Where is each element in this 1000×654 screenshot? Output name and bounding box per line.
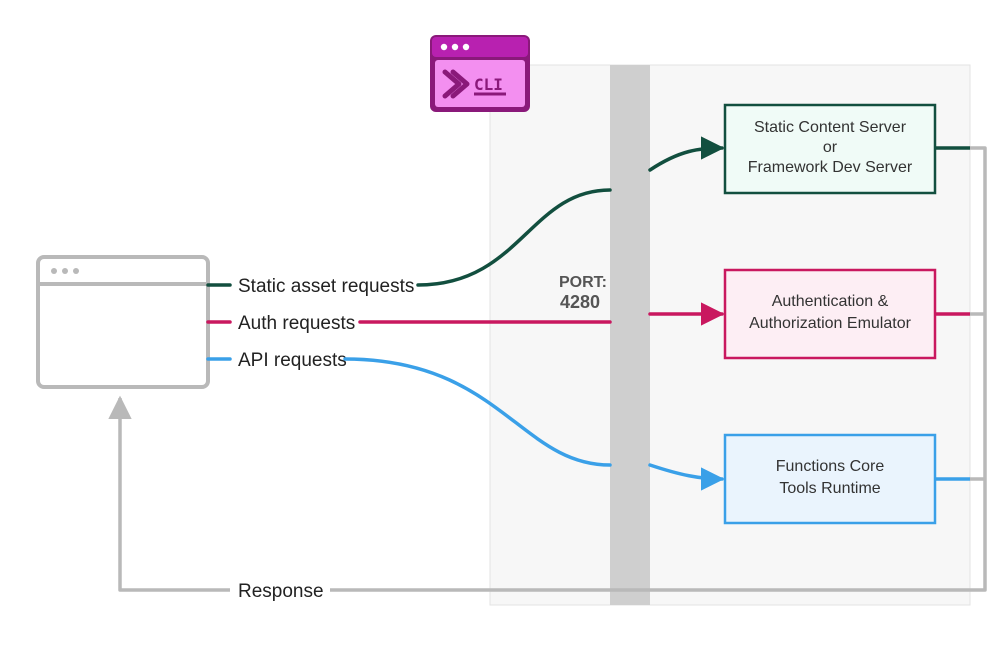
auth-emulator-service-box: Authentication & Authorization Emulator	[725, 270, 935, 358]
svg-text:Tools Runtime: Tools Runtime	[779, 480, 880, 497]
auth-request-label: Auth requests	[238, 313, 355, 334]
svg-text:Authorization Emulator: Authorization Emulator	[749, 315, 912, 332]
svg-text:Functions Core: Functions Core	[776, 458, 885, 475]
response-arrow	[120, 398, 230, 590]
browser-icon	[38, 257, 208, 387]
svg-text:Authentication &: Authentication &	[772, 293, 889, 310]
static-content-service-box: Static Content Server or Framework Dev S…	[725, 105, 935, 193]
cli-icon: CLI	[430, 35, 530, 112]
functions-runtime-service-box: Functions Core Tools Runtime	[725, 435, 935, 523]
svg-text:Static Content Server: Static Content Server	[754, 119, 907, 136]
port-label: PORT:	[559, 274, 607, 291]
port-strip	[610, 65, 650, 605]
cli-label: CLI	[474, 75, 503, 94]
static-request-label: Static asset requests	[238, 276, 414, 297]
svg-text:or: or	[823, 139, 838, 156]
port-number: 4280	[560, 292, 600, 312]
response-label: Response	[238, 581, 324, 602]
api-request-label: API requests	[238, 350, 347, 371]
svg-text:Framework Dev Server: Framework Dev Server	[748, 159, 913, 176]
